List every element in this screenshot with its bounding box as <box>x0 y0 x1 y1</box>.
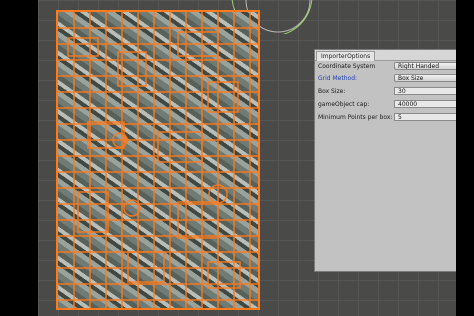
right-letterbox-bar <box>456 0 474 316</box>
window-titlebar: ImporterOptions ≡ × <box>315 50 456 61</box>
gameobject-cap-field[interactable]: 40000 <box>394 100 456 108</box>
coordinate-system-row: Coordinate System Right Handed ▼ <box>315 62 456 71</box>
coordinate-system-value: Right Handed <box>398 63 440 70</box>
coordinate-system-dropdown[interactable]: Right Handed ▼ <box>394 62 456 70</box>
minimum-points-field[interactable]: 5 <box>394 113 456 121</box>
box-size-row: Box Size: 30 <box>315 87 456 96</box>
box-size-label: Box Size: <box>318 88 346 95</box>
left-letterbox-bar <box>0 0 38 316</box>
aerial-map-point-cloud[interactable] <box>58 12 258 308</box>
gameobject-cap-label: gameObject cap: <box>318 101 370 108</box>
importer-options-window: ImporterOptions ≡ × Coordinate System Ri… <box>314 49 456 272</box>
coordinate-system-label: Coordinate System <box>318 63 376 70</box>
grid-method-row: Grid Method: Box Size ▼ <box>315 74 456 83</box>
grid-method-label: Grid Method: <box>318 75 358 82</box>
minimum-points-label: Minimum Points per box: <box>318 114 393 121</box>
scene-viewport[interactable]: ImporterOptions ≡ × Coordinate System Ri… <box>38 0 456 316</box>
minimum-points-row: Minimum Points per box: 5 <box>315 113 456 122</box>
grid-method-value: Box Size <box>398 75 424 82</box>
grid-box-overlay <box>58 12 258 308</box>
tab-importer-options[interactable]: ImporterOptions <box>316 51 376 61</box>
gameobject-cap-row: gameObject cap: 40000 <box>315 100 456 109</box>
box-size-field[interactable]: 30 <box>394 87 456 95</box>
grid-method-dropdown[interactable]: Box Size ▼ <box>394 74 456 82</box>
